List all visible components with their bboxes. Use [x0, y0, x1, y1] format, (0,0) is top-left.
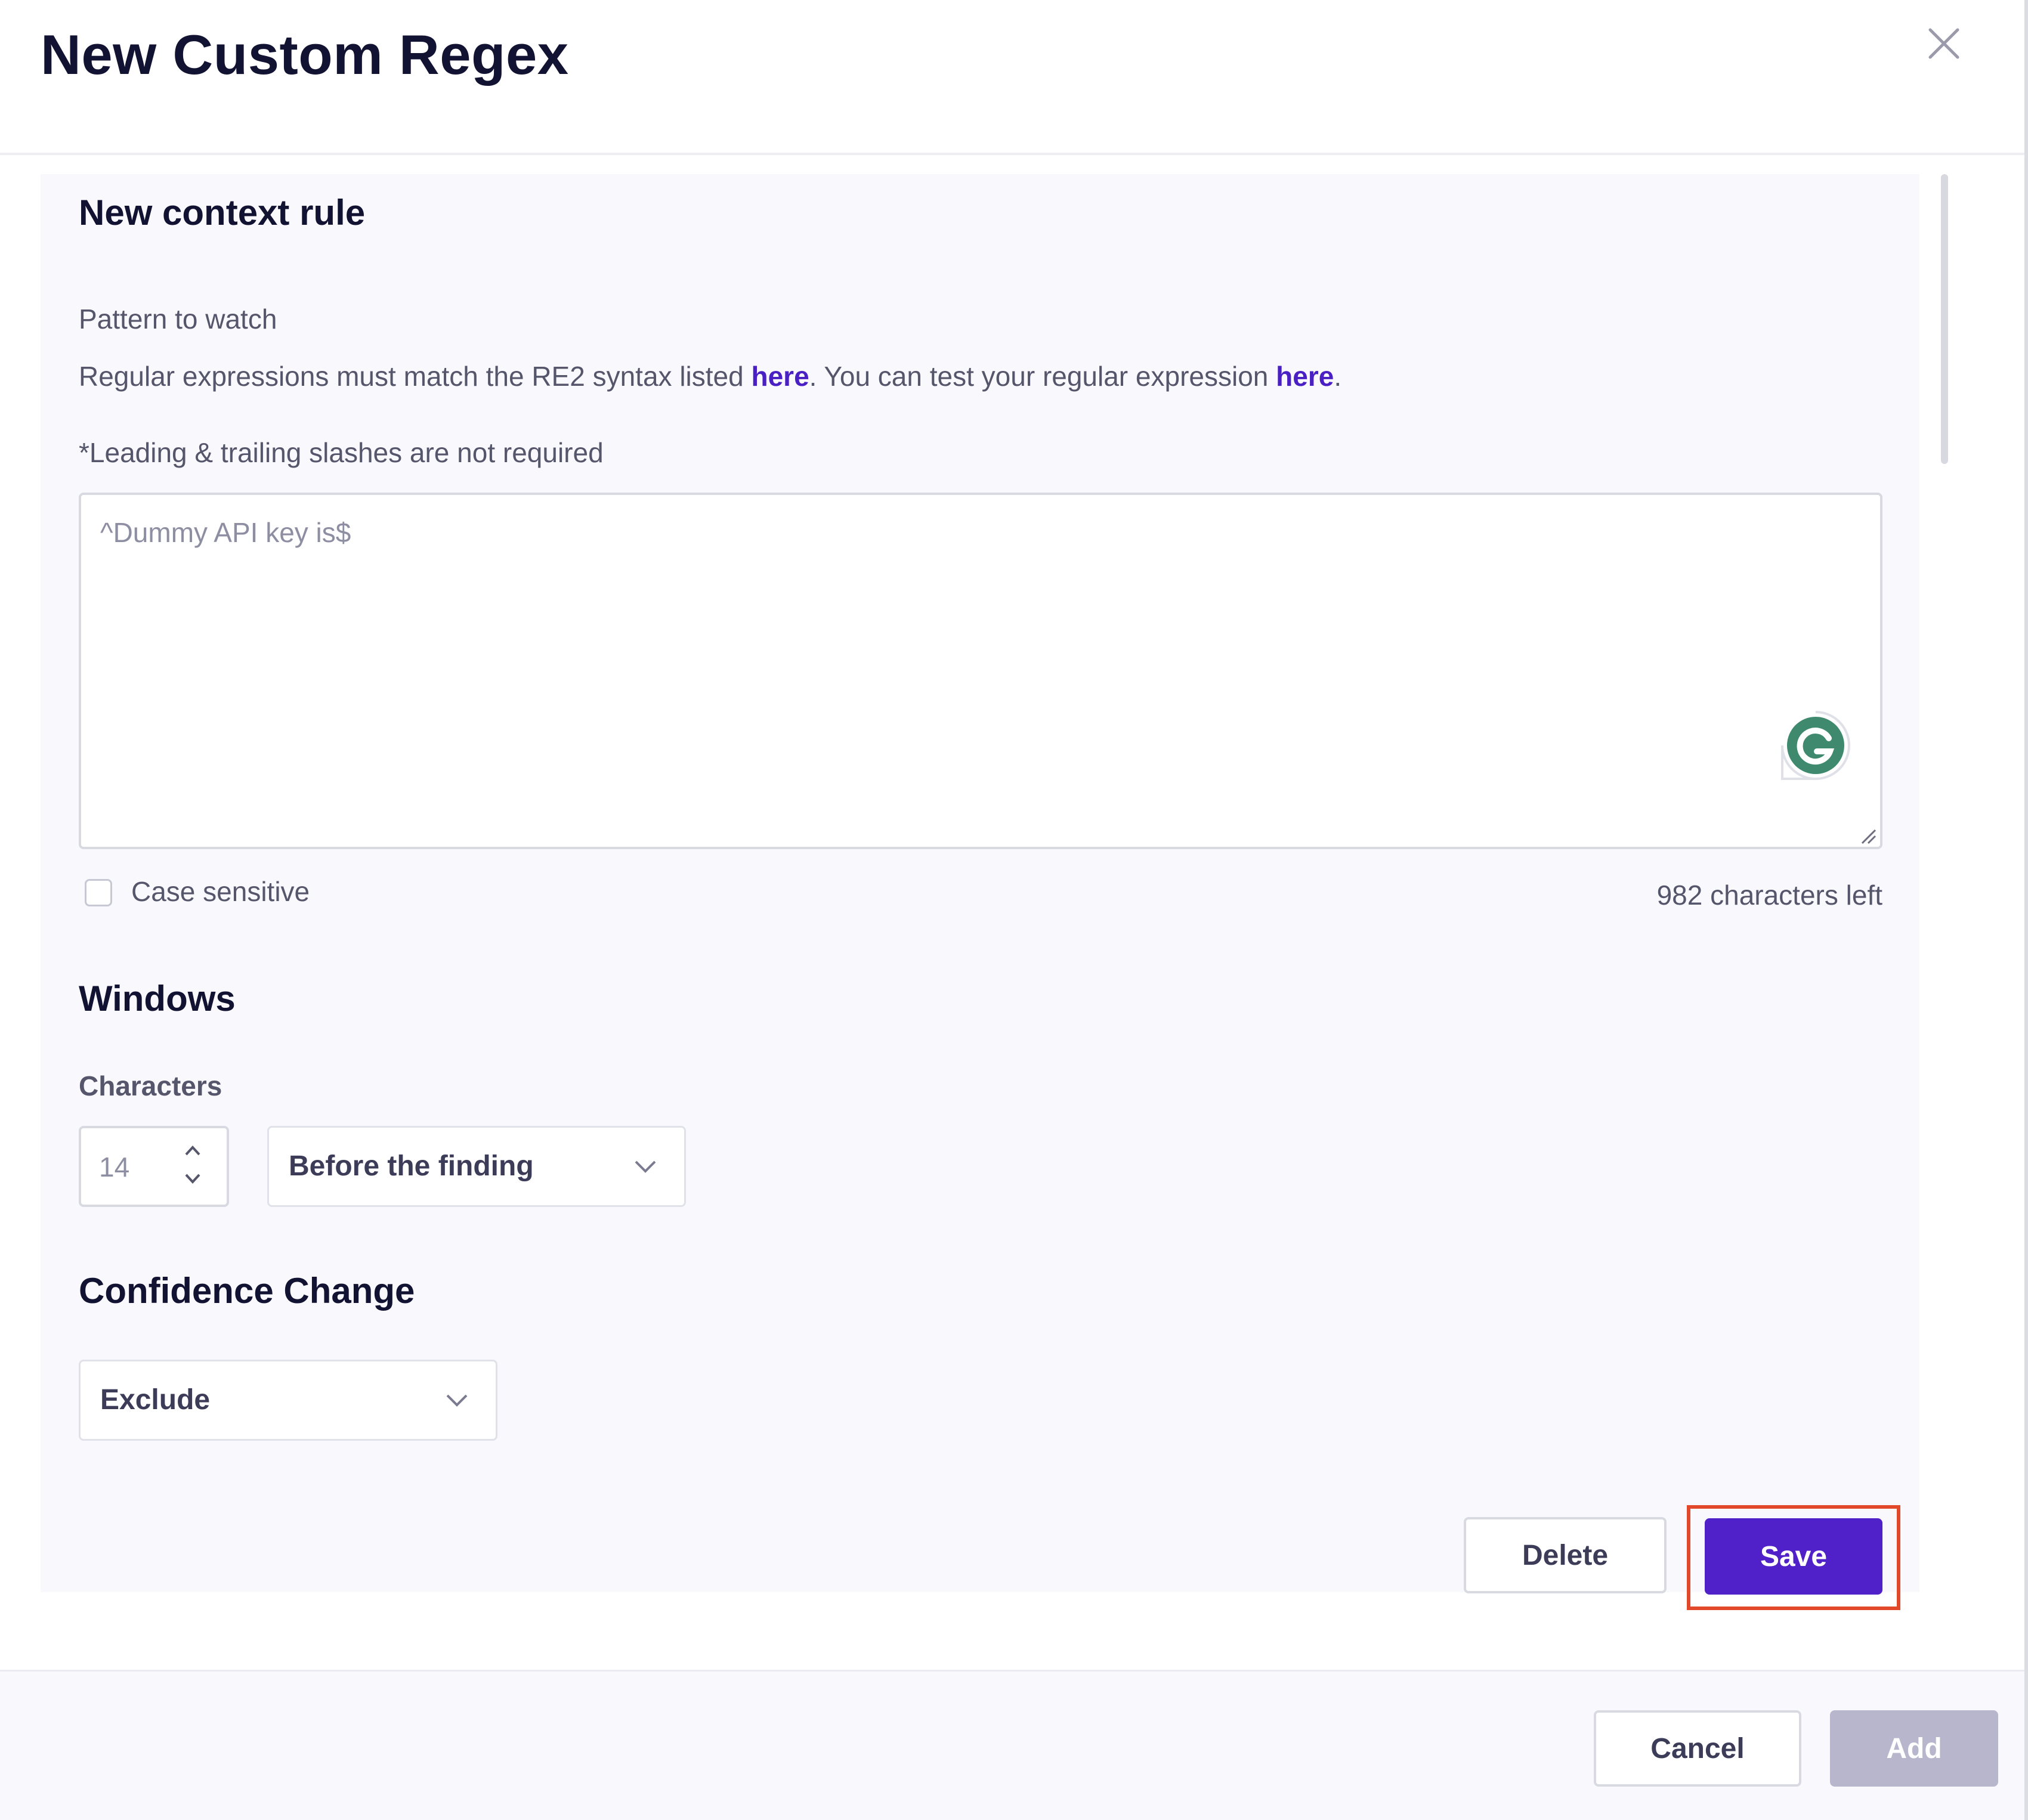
characters-left-counter: 982 characters left: [1656, 880, 1882, 911]
position-dropdown-toggle[interactable]: [631, 1154, 660, 1178]
windows-title: Windows: [79, 979, 236, 1019]
regex-tester-link[interactable]: here: [1276, 361, 1334, 392]
confidence-dropdown-toggle[interactable]: [443, 1388, 471, 1412]
grammarly-icon: [1781, 711, 1850, 780]
delete-rule-button[interactable]: Delete: [1464, 1517, 1667, 1593]
confidence-change-value: Exclude: [100, 1384, 211, 1416]
grammarly-button[interactable]: [1779, 708, 1853, 782]
re2-syntax-link[interactable]: here: [752, 361, 809, 392]
chevron-down-icon: [635, 1160, 656, 1173]
scrollbar-thumb[interactable]: [1941, 174, 1948, 464]
add-button[interactable]: Add: [1830, 1710, 1998, 1787]
window-edge: [2024, 0, 2028, 1820]
regex-help-text: Regular expressions must match the RE2 s…: [79, 360, 1341, 392]
case-sensitive-label: Case sensitive: [131, 876, 310, 907]
close-button[interactable]: [1923, 23, 1965, 64]
pattern-placeholder: ^Dummy API key is$: [100, 517, 351, 548]
chevron-down-icon: [185, 1174, 200, 1184]
save-rule-button[interactable]: Save: [1705, 1518, 1882, 1595]
help-text-middle: . You can test your regular expression: [809, 361, 1276, 392]
cancel-button[interactable]: Cancel: [1594, 1710, 1801, 1787]
slashes-note: *Leading & trailing slashes are not requ…: [79, 437, 604, 468]
characters-value: 14: [99, 1152, 130, 1183]
resize-grip-icon: [1861, 829, 1876, 844]
pattern-label: Pattern to watch: [79, 304, 277, 335]
characters-label: Characters: [79, 1070, 222, 1101]
stepper-increment[interactable]: [179, 1140, 206, 1160]
chevron-up-icon: [185, 1146, 200, 1156]
close-icon: [1928, 28, 1959, 59]
modal-title: New Custom Regex: [41, 23, 569, 86]
context-rule-title: New context rule: [79, 193, 366, 233]
stepper-decrement[interactable]: [179, 1169, 206, 1189]
header-divider: [0, 153, 2025, 155]
help-text-prefix: Regular expressions must match the RE2 s…: [79, 361, 752, 392]
case-sensitive-checkbox[interactable]: [85, 879, 112, 906]
window-position-value: Before the finding: [289, 1150, 534, 1182]
confidence-change-title: Confidence Change: [79, 1271, 415, 1311]
help-text-suffix: .: [1334, 361, 1342, 392]
resize-grip[interactable]: [1860, 828, 1878, 846]
chevron-down-icon: [446, 1394, 468, 1407]
